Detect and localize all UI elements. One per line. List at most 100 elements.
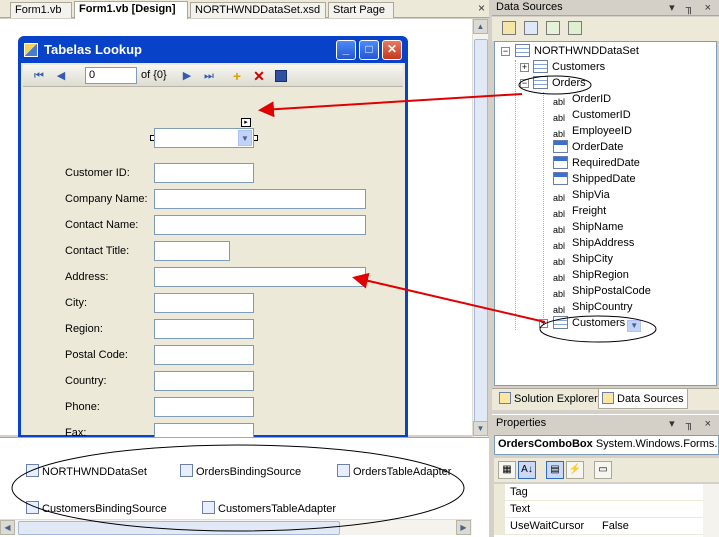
save-icon[interactable] [275, 70, 287, 82]
property-row[interactable]: Tag [494, 484, 703, 501]
tree-node-field[interactable]: abl CustomerID [553, 107, 631, 123]
maximize-icon[interactable]: □ [359, 40, 379, 60]
tree-node-customers[interactable]: Customers [533, 59, 605, 75]
tree-node-field[interactable]: abl ShipAddress [553, 235, 634, 251]
tree-node-field[interactable]: ShippedDate [553, 171, 636, 187]
tree-node-field[interactable]: abl EmployeeID [553, 123, 632, 139]
tray-item[interactable]: OrdersTableAdapter [337, 464, 451, 478]
field-textbox[interactable] [154, 163, 254, 183]
properties-header: Properties ▾ ╖ × [492, 414, 719, 432]
form-window[interactable]: Tabelas Lookup _ □ ✕ ⏮ ◀ 0 of {0} ▶ ⏭ + … [18, 36, 408, 443]
add-new-icon[interactable]: + [229, 68, 245, 84]
property-row[interactable]: Text [494, 501, 703, 518]
move-previous-icon[interactable]: ◀ [53, 68, 69, 84]
tray-item[interactable]: NORTHWNDDataSet [26, 464, 147, 478]
combobox-table-icon [533, 76, 548, 89]
field-textbox[interactable] [154, 293, 254, 313]
field-textbox[interactable] [154, 267, 366, 287]
field-label: Company Name: [65, 193, 148, 205]
move-next-icon[interactable]: ▶ [179, 68, 195, 84]
scroll-down-icon[interactable]: ▼ [473, 421, 488, 436]
tree-node-dataset[interactable]: NORTHWNDDataSet [515, 43, 639, 59]
field-textbox[interactable] [154, 345, 254, 365]
position-input[interactable]: 0 [85, 67, 137, 84]
add-data-source-icon[interactable] [502, 21, 516, 35]
minimize-icon[interactable]: _ [336, 40, 356, 60]
tree-node-nested-customers[interactable]: Customers ▼ [553, 315, 642, 332]
scroll-up-icon[interactable]: ▲ [473, 19, 488, 34]
scroll-thumb[interactable] [474, 39, 488, 427]
binding-source-icon [180, 464, 193, 477]
properties-object-selector[interactable]: OrdersComboBox System.Windows.Forms.Comb… [494, 435, 719, 455]
designer-vertical-scrollbar[interactable]: ▲ ▼ [472, 19, 488, 437]
property-row[interactable]: UseWaitCursor False [494, 518, 703, 535]
field-label: Contact Title: [65, 245, 130, 257]
field-textbox[interactable] [154, 189, 366, 209]
tree-node-field[interactable]: abl ShipCity [553, 251, 613, 267]
tab-solution-explorer[interactable]: Solution Explorer [496, 389, 601, 409]
tree-node-field[interactable]: abl ShipPostalCode [553, 283, 651, 299]
field-textbox[interactable] [154, 241, 230, 261]
pane-controls[interactable]: ▾ ╖ × [669, 1, 715, 14]
tray-item[interactable]: CustomersBindingSource [26, 501, 167, 515]
delete-icon[interactable]: ✕ [251, 68, 267, 84]
tray-item[interactable]: OrdersBindingSource [180, 464, 301, 478]
data-sources-icon [602, 392, 614, 404]
tab-form1-design[interactable]: Form1.vb [Design] [74, 1, 188, 19]
refresh-icon[interactable] [568, 21, 582, 35]
tree-node-field[interactable]: abl OrderID [553, 91, 611, 107]
field-label: Customer ID: [65, 167, 130, 179]
expand-icon[interactable]: + [520, 63, 529, 72]
data-sources-tree[interactable]: − NORTHWNDDataSet + Customers − Orders a… [494, 41, 717, 386]
data-sources-header: Data Sources ▾ ╖ × [492, 0, 719, 16]
orders-combobox[interactable]: ▼ [154, 128, 254, 148]
expand-icon[interactable]: + [539, 319, 548, 328]
pane-controls[interactable]: ▾ ╖ × [669, 417, 715, 430]
alphabetical-icon[interactable]: A↓ [518, 461, 536, 479]
move-first-icon[interactable]: ⏮ [31, 68, 47, 84]
tree-node-field[interactable]: abl ShipName [553, 219, 623, 235]
field-textbox[interactable] [154, 215, 366, 235]
scroll-left-icon[interactable]: ◀ [0, 520, 15, 535]
tab-start-page[interactable]: Start Page [328, 2, 394, 18]
properties-scrollbar[interactable] [703, 484, 719, 537]
tree-node-field[interactable]: abl ShipRegion [553, 267, 629, 283]
tab-form1-code[interactable]: Form1.vb [10, 2, 72, 18]
field-textbox[interactable] [154, 371, 254, 391]
properties-grid[interactable]: Tag Text UseWaitCursor False [494, 484, 719, 537]
collapse-icon[interactable]: − [520, 79, 529, 88]
tree-node-orders[interactable]: Orders [533, 75, 586, 91]
scroll-right-icon[interactable]: ▶ [456, 520, 471, 535]
move-last-icon[interactable]: ⏭ [201, 68, 217, 84]
scroll-thumb[interactable] [18, 521, 340, 535]
events-icon[interactable]: ⚡ [566, 461, 584, 479]
tree-node-field[interactable]: abl Freight [553, 203, 606, 219]
configure-dataset-icon[interactable] [546, 21, 560, 35]
field-textbox[interactable] [154, 319, 254, 339]
tray-item[interactable]: CustomersTableAdapter [202, 501, 336, 515]
properties-icon[interactable]: ▤ [546, 461, 564, 479]
smart-tag-icon[interactable]: ▸ [241, 118, 251, 127]
chevron-down-icon[interactable]: ▼ [238, 130, 252, 146]
property-pages-icon[interactable]: ▭ [594, 461, 612, 479]
data-sources-toolbar [492, 17, 719, 41]
table-adapter-icon [337, 464, 350, 477]
tree-node-field[interactable]: abl ShipVia [553, 187, 610, 203]
edit-dataset-icon[interactable] [524, 21, 538, 35]
tab-data-sources[interactable]: Data Sources [598, 389, 688, 409]
close-document-icon[interactable]: × [478, 2, 485, 15]
pane-tab-strip: Solution Explorer Data Sources [492, 388, 719, 410]
tab-dataset-xsd[interactable]: NORTHWNDDataSet.xsd [190, 2, 326, 18]
dataset-icon [26, 464, 39, 477]
tree-node-field[interactable]: RequiredDate [553, 155, 640, 171]
collapse-icon[interactable]: − [501, 47, 510, 56]
designer-horizontal-scrollbar[interactable]: ◀ ▶ [0, 519, 472, 535]
tree-node-field[interactable]: OrderDate [553, 139, 623, 155]
chevron-down-icon[interactable]: ▼ [627, 320, 642, 332]
pane-splitter[interactable] [489, 0, 492, 537]
tree-guide-line [515, 60, 516, 330]
categorized-icon[interactable]: ▦ [498, 461, 516, 479]
tree-node-field[interactable]: abl ShipCountry [553, 299, 633, 315]
close-icon[interactable]: ✕ [382, 40, 402, 60]
field-textbox[interactable] [154, 397, 254, 417]
